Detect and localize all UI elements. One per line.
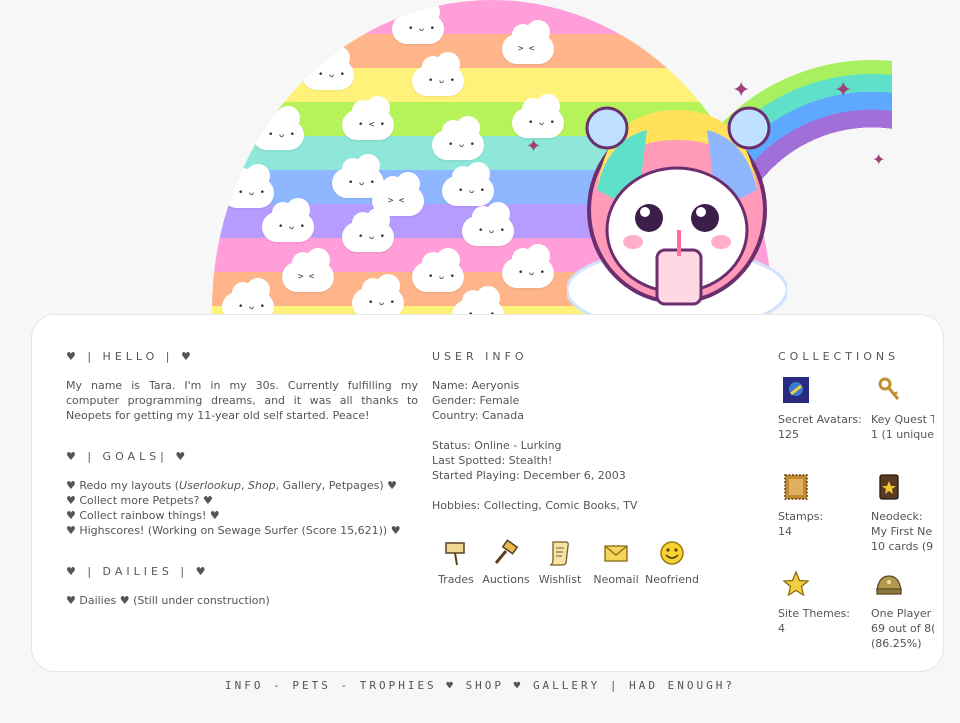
cloud-icon: > <: [502, 20, 554, 64]
cloud-icon: • ᴗ •: [412, 52, 464, 96]
collection-neodeck[interactable]: Neodeck: My First Ne 10 cards (9: [871, 473, 934, 570]
cloud-icon: • ᴗ •: [462, 202, 514, 246]
envelope-icon: [604, 545, 628, 562]
trades-button[interactable]: Trades: [432, 539, 480, 587]
cloud-icon: • ᴗ •: [392, 0, 444, 44]
collections-grid: Secret Avatars: 125 Key Quest T 1 (1 uni…: [778, 376, 934, 654]
sparkle-icon: ✦: [526, 136, 542, 157]
cloud-icon: • ᴗ •: [342, 208, 394, 252]
cloud-icon: • < •: [342, 96, 394, 140]
nav-gallery-link[interactable]: GALLERY: [533, 679, 600, 692]
profile-card: ♥ | HELLO | ♥ My name is Tara. I'm in my…: [31, 314, 944, 672]
user-gender: Gender: Female: [432, 394, 520, 407]
cloud-icon: • ᴗ •: [412, 248, 464, 292]
goals-heading: ♥ | GOALS| ♥: [66, 450, 190, 463]
cloud-icon: • ᴗ •: [262, 198, 314, 242]
nav-shop-link[interactable]: SHOP: [466, 679, 505, 692]
user-info-heading: USER INFO: [432, 350, 528, 363]
action-icons: Trades Auctions Wishlist Neomail Neofrie…: [432, 539, 732, 587]
cloud-icon: • ᴗ •: [452, 286, 504, 314]
cloud-icon: • ᴗ •: [352, 274, 404, 314]
goal-item: ♥ Collect rainbow things! ♥: [66, 509, 220, 522]
stamp-icon: [784, 474, 808, 500]
sparkle-icon: ✦: [834, 78, 853, 103]
collection-site-themes[interactable]: Site Themes: 4: [778, 570, 871, 654]
user-hobbies: Hobbies: Collecting, Comic Books, TV: [432, 499, 638, 512]
shop-link[interactable]: Shop: [248, 479, 276, 492]
user-name: Name: Aeryonis: [432, 379, 520, 392]
user-country: Country: Canada: [432, 409, 524, 422]
mascot-character: [567, 106, 787, 314]
helmet-icon: [876, 575, 902, 595]
cloud-icon: • ᴗ •: [442, 162, 494, 206]
nav-info-link[interactable]: INFO: [225, 679, 264, 692]
star-icon: [782, 570, 810, 597]
nav-trophies-link[interactable]: TROPHIES: [360, 679, 437, 692]
card-deck-icon: [879, 474, 899, 500]
header-banner: • ᴗ • > < • ᴗ • • ᴗ • • ᴗ • • ᴗ • • < • …: [212, 0, 892, 314]
collection-key-quest[interactable]: Key Quest T 1 (1 unique: [871, 376, 934, 473]
dailies-heading: ♥ | DAILIES | ♥: [66, 565, 210, 578]
left-column: ♥ | HELLO | ♥ My name is Tara. I'm in my…: [66, 349, 418, 608]
wishlist-button[interactable]: Wishlist: [532, 539, 588, 587]
cloud-icon: > <: [282, 248, 334, 292]
goal-item: ♥ Collect more Petpets? ♥: [66, 494, 213, 507]
cloud-icon: • ᴗ •: [432, 116, 484, 160]
sparkle-icon: ✦: [872, 150, 886, 169]
smiley-icon: [660, 541, 684, 565]
collections-heading: COLLECTIONS: [778, 350, 900, 363]
collections-column: COLLECTIONS Secret Avatars: 125 Key Ques…: [778, 349, 934, 669]
sparkle-icon: ✦: [732, 78, 751, 103]
hello-heading: ♥ | HELLO | ♥: [66, 350, 195, 363]
auctions-button[interactable]: Auctions: [482, 539, 530, 587]
dailies-text: ♥ Dailies ♥ (Still under construction): [66, 594, 270, 607]
user-started: Started Playing: December 6, 2003: [432, 469, 626, 482]
collection-one-player[interactable]: One Player 69 out of 8( (86.25%): [871, 570, 934, 654]
goal-item: ♥ Redo my layouts (Userlookup, Shop, Gal…: [66, 479, 397, 492]
nav-had-enough-link[interactable]: HAD ENOUGH?: [629, 679, 735, 692]
signpost-icon: [445, 542, 465, 566]
collection-secret-avatars[interactable]: Secret Avatars: 125: [778, 376, 871, 473]
goal-item: ♥ Highscores! (Working on Sewage Surfer …: [66, 524, 401, 537]
neofriend-button[interactable]: Neofriend: [644, 539, 700, 587]
avatar-icon: [783, 377, 809, 403]
gavel-icon: [494, 539, 519, 564]
cloud-icon: • ᴗ •: [502, 244, 554, 288]
user-status: Status: Online - Lurking: [432, 439, 562, 452]
cloud-icon: • ᴗ •: [252, 106, 304, 150]
collection-stamps[interactable]: Stamps: 14: [778, 473, 871, 570]
cloud-icon: • ᴗ •: [222, 278, 274, 314]
cloud-icon: • ᴗ •: [222, 164, 274, 208]
nav-pets-link[interactable]: PETS: [292, 679, 331, 692]
goals-list: ♥ Redo my layouts (Userlookup, Shop, Gal…: [66, 478, 418, 538]
footer-nav: INFO - PETS - TROPHIES ♥ SHOP ♥ GALLERY …: [224, 679, 736, 692]
scroll-icon: [549, 541, 569, 566]
userlookup-link[interactable]: Userlookup: [179, 479, 241, 492]
cloud-icon: • ᴗ •: [302, 46, 354, 90]
hello-text: My name is Tara. I'm in my 30s. Currentl…: [66, 379, 418, 422]
key-icon: [878, 377, 900, 400]
neomail-button[interactable]: Neomail: [590, 539, 642, 587]
user-info-column: USER INFO Name: Aeryonis Gender: Female …: [432, 349, 732, 587]
user-last-spotted: Last Spotted: Stealth!: [432, 454, 553, 467]
cloud-icon: • ᴗ •: [512, 94, 564, 138]
